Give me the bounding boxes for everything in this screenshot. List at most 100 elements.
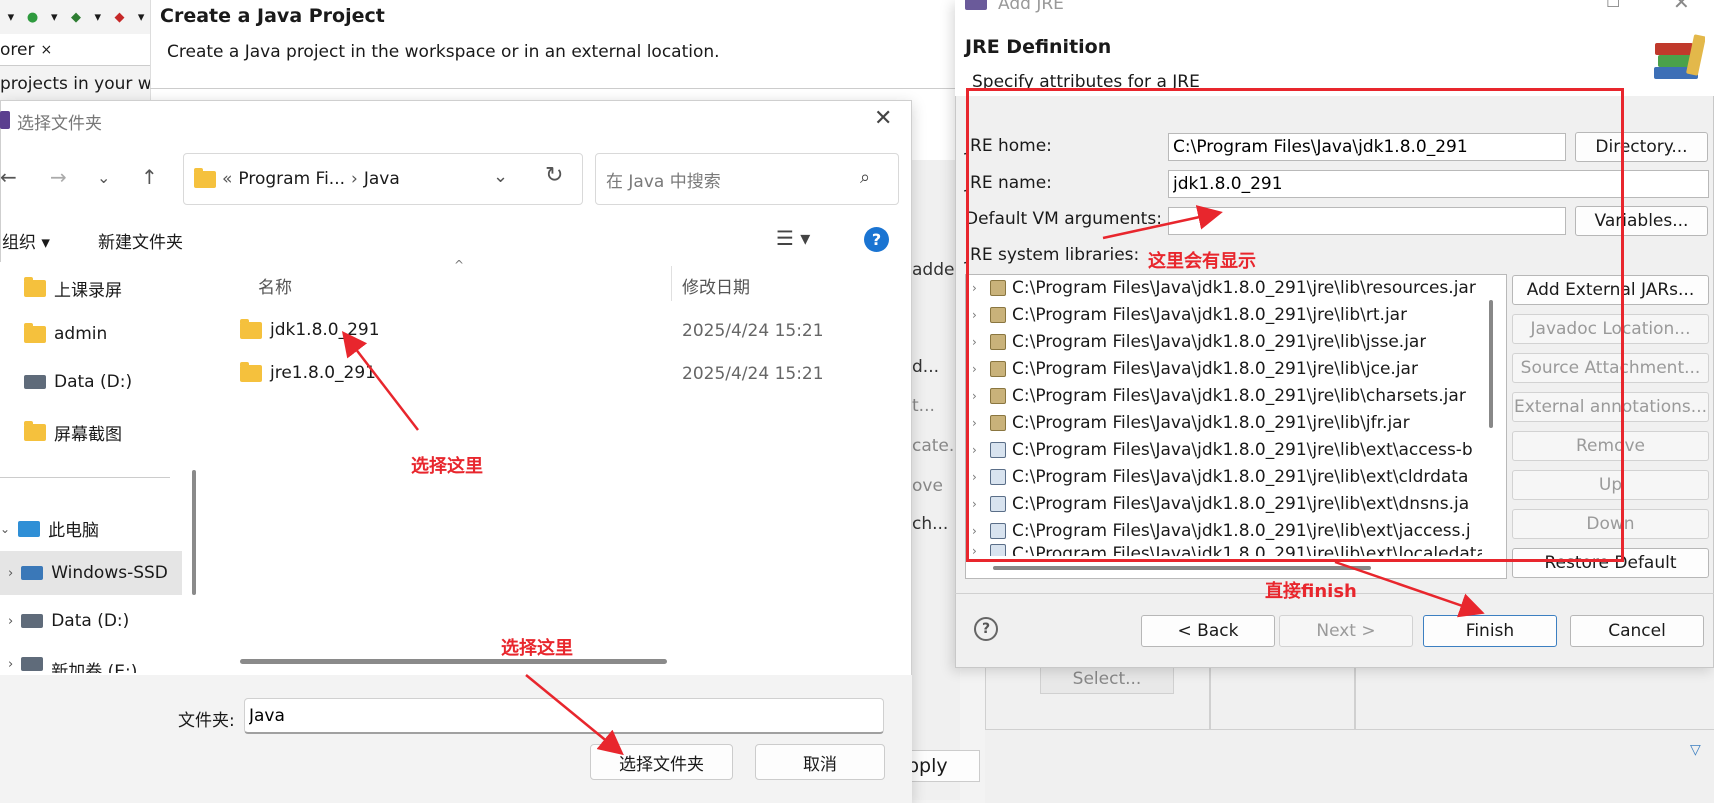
nav-item-label: Data (D:) — [51, 611, 130, 631]
nav-item-label: admin — [54, 324, 108, 344]
wizard-title: Create a Java Project — [160, 5, 385, 27]
file-row[interactable]: jre1.8.0_291 — [240, 361, 376, 383]
column-divider[interactable] — [671, 266, 672, 301]
breadcrumb-separator: › — [351, 169, 358, 189]
dropdown-icon[interactable]: ▾ — [45, 8, 63, 26]
wizard-partial-button[interactable]: d... — [912, 357, 939, 377]
sort-caret-icon: ^ — [454, 258, 465, 272]
nav-item-label: Data (D:) — [54, 372, 133, 392]
wizard-select-button[interactable]: Select... — [1040, 664, 1174, 694]
back-button[interactable]: < Back — [1141, 615, 1275, 647]
close-icon[interactable]: ✕ — [1673, 0, 1690, 14]
window-title: Add JRE — [998, 0, 1064, 14]
chevron-down-icon[interactable]: ⌄ — [493, 166, 508, 187]
column-header-name[interactable]: 名称 — [258, 273, 292, 298]
drive-icon — [21, 657, 44, 671]
help-icon[interactable]: ? — [974, 617, 998, 641]
wizard-partial-button[interactable]: ch... — [912, 514, 948, 534]
chevron-down-icon[interactable]: ⌄ — [97, 168, 110, 187]
wizard-subtitle: Create a Java project in the workspace o… — [167, 42, 720, 62]
column-header-date[interactable]: 修改日期 — [682, 273, 750, 298]
nav-item-folder[interactable]: admin — [24, 322, 108, 344]
breadcrumb-prefix: « — [222, 169, 233, 189]
wizard-partial-label: adde — [912, 260, 955, 280]
up-arrow-icon[interactable]: ↑ — [141, 165, 158, 189]
folder-name-field[interactable] — [244, 698, 884, 734]
folder-icon — [24, 277, 46, 297]
nav-item-drive[interactable]: › 新加卷 (E:) — [8, 657, 137, 673]
cancel-button[interactable]: Cancel — [1570, 615, 1704, 647]
finish-button[interactable]: Finish — [1423, 615, 1557, 647]
dropdown-icon[interactable]: ▾ — [89, 8, 107, 26]
nav-item-drive[interactable]: › Data (D:) — [8, 611, 129, 631]
dialog-title: 选择文件夹 — [17, 114, 102, 134]
help-icon[interactable]: ? — [864, 227, 889, 252]
file-date: 2025/4/24 15:21 — [682, 364, 824, 384]
search-icon[interactable]: ⌕ — [860, 167, 870, 188]
chevron-right-icon[interactable]: › — [8, 614, 13, 629]
wizard-header-divider — [150, 88, 960, 89]
nav-item-drive[interactable]: Data (D:) — [24, 372, 132, 392]
breadcrumb-item[interactable]: Java — [364, 169, 400, 189]
organize-menu[interactable]: 组织 ▾ — [2, 228, 50, 253]
nav-item-this-pc[interactable]: ⌄ 此电脑 — [0, 516, 99, 541]
package-explorer-tab[interactable]: orer × — [0, 34, 150, 66]
folder-icon — [240, 318, 262, 339]
nav-item-label: 新加卷 (E:) — [51, 662, 138, 673]
drive-icon — [21, 614, 44, 628]
chevron-right-icon[interactable]: › — [8, 657, 13, 672]
annotation-label: 直接finish — [1265, 581, 1357, 602]
horizontal-scrollbar[interactable] — [240, 659, 667, 664]
nav-item-label: Windows-SSD — [51, 563, 168, 583]
close-icon[interactable]: ✕ — [874, 106, 892, 131]
books-banner-icon — [1654, 34, 1705, 79]
wizard-partial-button[interactable]: ove — [912, 476, 943, 496]
view-options-icon[interactable]: ☰ ▾ — [776, 226, 810, 250]
chevron-right-icon[interactable]: › — [8, 566, 13, 581]
eclipse-toolbar: ▾ ● ▾ ◆ ▾ ◆ ▾ — [0, 0, 150, 34]
wizard-partial-button[interactable]: t... — [912, 396, 935, 416]
nav-item-drive[interactable]: › Windows-SSD — [8, 563, 168, 583]
cancel-button[interactable]: 取消 — [755, 744, 885, 780]
horizontal-scrollbar[interactable] — [993, 566, 1371, 570]
filter-icon[interactable]: ▽ — [1690, 742, 1701, 758]
nav-item-folder[interactable]: 屏幕截图 — [24, 420, 122, 445]
refresh-icon[interactable]: ↻ — [545, 163, 563, 188]
explorer-tab-label: orer — [0, 39, 35, 60]
back-arrow-icon[interactable]: ← — [0, 165, 17, 189]
explorer-hint-text: projects in your wo — [0, 74, 150, 94]
dialog-footer — [0, 675, 912, 803]
search-input[interactable]: 在 Java 中搜索 — [595, 153, 899, 205]
nav-divider — [0, 477, 170, 478]
app-icon — [0, 111, 10, 129]
nav-item-folder[interactable]: 上课录屏 — [24, 276, 122, 301]
file-row[interactable]: jdk1.8.0_291 — [240, 318, 380, 340]
select-folder-button[interactable]: 选择文件夹 — [590, 744, 733, 780]
next-button[interactable]: Next > — [1279, 615, 1413, 647]
scrollbar[interactable] — [192, 470, 196, 595]
file-date: 2025/4/24 15:21 — [682, 321, 824, 341]
folder-icon — [24, 421, 46, 441]
close-icon[interactable]: × — [40, 42, 52, 58]
apply-button[interactable]: pply — [900, 750, 980, 782]
eclipse-icon — [965, 0, 987, 10]
dropdown-icon[interactable]: ▾ — [2, 8, 20, 26]
address-bar[interactable]: « Program Fi... › Java — [183, 153, 583, 205]
forward-arrow-icon[interactable]: → — [50, 165, 67, 189]
nav-item-label: 上课录屏 — [54, 281, 122, 301]
new-folder-button[interactable]: 新建文件夹 — [98, 228, 183, 253]
dialog-heading: JRE Definition — [965, 36, 1112, 58]
annotation-label: 这里会有显示 — [1148, 251, 1256, 272]
coverage-icon[interactable]: ◆ — [111, 8, 129, 26]
annotation-label: 选择这里 — [411, 456, 483, 477]
folder-label: 文件夹: — [178, 711, 235, 731]
folder-icon — [194, 167, 216, 188]
folder-icon — [24, 322, 46, 343]
drive-icon — [24, 375, 46, 389]
chevron-down-icon[interactable]: ⌄ — [0, 522, 10, 536]
debug-icon[interactable]: ◆ — [67, 8, 85, 26]
run-icon[interactable]: ● — [24, 8, 42, 26]
dropdown-icon[interactable]: ▾ — [132, 8, 150, 26]
maximize-icon[interactable]: ☐ — [1606, 0, 1620, 11]
breadcrumb-item[interactable]: Program Fi... — [238, 169, 345, 189]
